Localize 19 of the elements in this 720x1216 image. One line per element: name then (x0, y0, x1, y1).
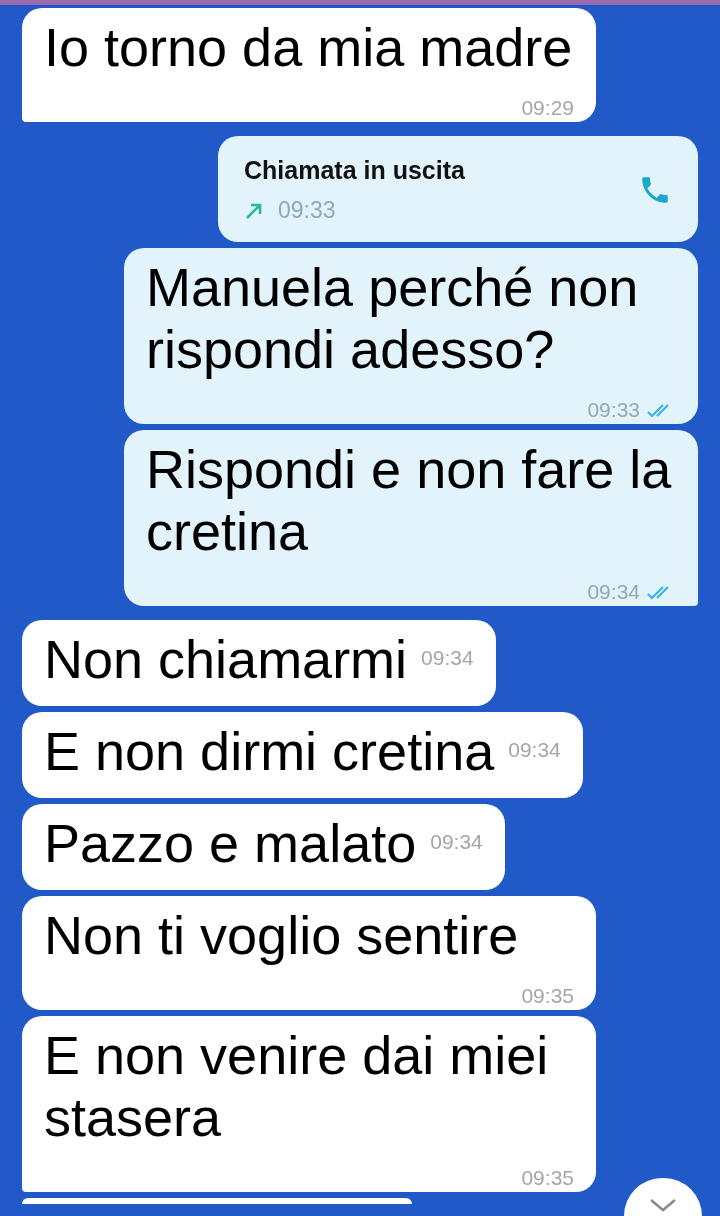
message-time: 09:35 (521, 984, 574, 1007)
message-text: Pazzo e malato (44, 812, 417, 874)
message-text: E non venire dai miei stasera (44, 1024, 550, 1148)
message-time: 09:35 (521, 1166, 574, 1189)
message-text: Non chiamarmi (44, 628, 408, 690)
message-time: 09:34 (508, 738, 561, 761)
call-time: 09:33 (278, 197, 336, 224)
message-text: Io torno da mia madre (44, 16, 573, 78)
message-text: E non dirmi cretina (44, 720, 495, 782)
message-time: 09:34 (421, 646, 474, 669)
message-time: 09:29 (521, 96, 574, 119)
chevron-down-icon (648, 1198, 678, 1212)
message-time: 09:34 (587, 580, 640, 603)
message-time: 09:33 (587, 398, 640, 421)
message-text: Rispondi e non fare la cretina (146, 438, 673, 562)
call-title: Chiamata in uscita (244, 156, 466, 185)
message-text: Non ti voglio sentire (44, 904, 519, 966)
message-time: 09:34 (430, 830, 483, 853)
message-text: Manuela perché non rispondi adesso? (146, 256, 640, 380)
